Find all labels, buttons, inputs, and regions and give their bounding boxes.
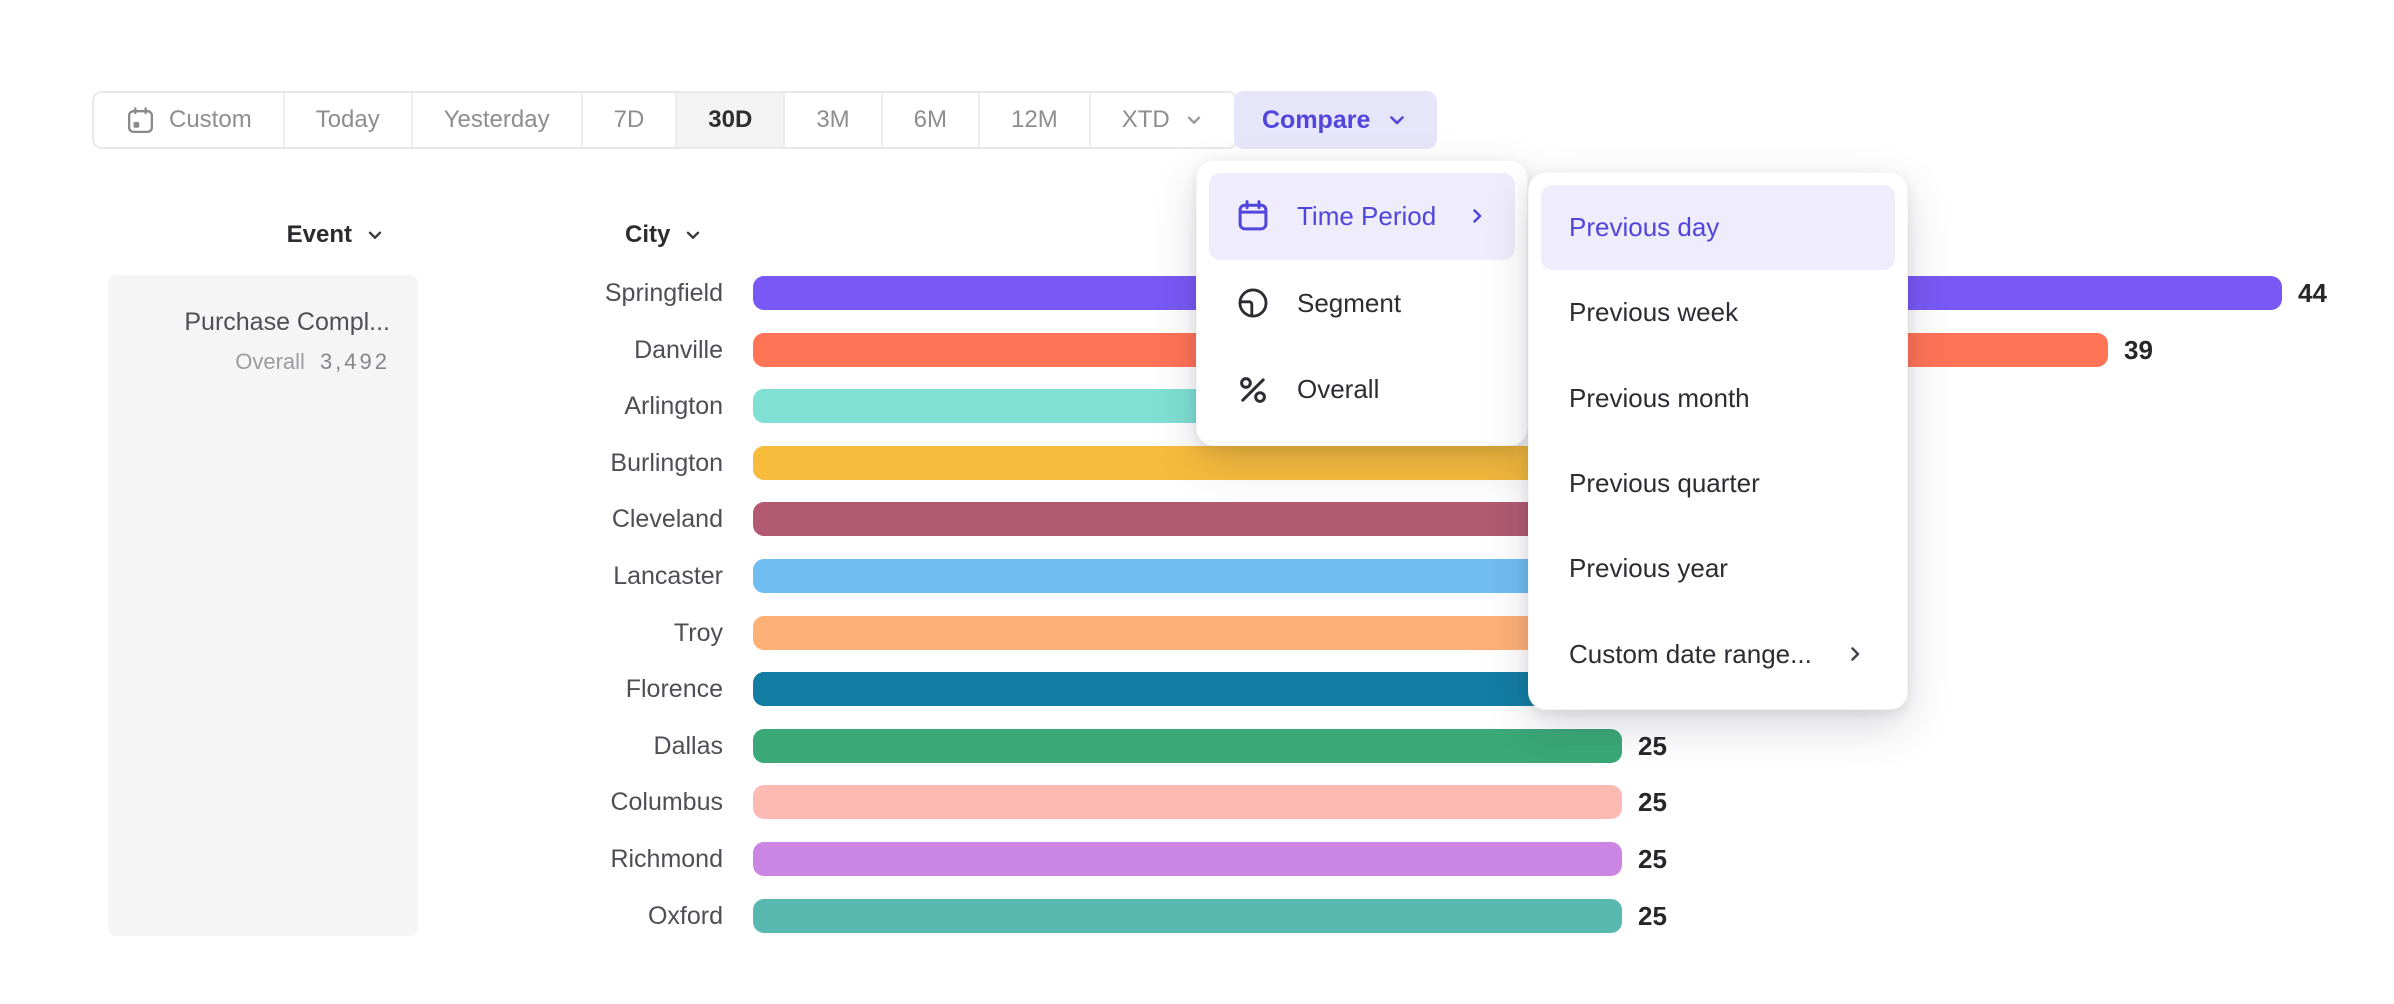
menu-item-label: Previous day [1569, 212, 1719, 243]
bar-label-springfield: Springfield [380, 276, 723, 310]
calendar-grid-icon [1235, 198, 1271, 234]
menu-item-label: Segment [1297, 288, 1401, 319]
menu-item-label: Previous week [1569, 297, 1738, 328]
bar-label-burlington: Burlington [380, 446, 723, 480]
menu-item-label: Time Period [1297, 201, 1436, 232]
segment-icon [1235, 285, 1271, 321]
percent-icon [1235, 372, 1271, 408]
menu-item-label: Previous year [1569, 553, 1728, 584]
event-name: Purchase Compl... [184, 308, 390, 337]
bar-label-dallas: Dallas [380, 729, 723, 763]
chevron-right-icon [1465, 204, 1489, 228]
event-overall-row: Overall 3,492 [235, 349, 390, 375]
overall-value: 3,492 [320, 349, 390, 375]
compare-dropdown-menu: Time Period Segment Overall [1196, 160, 1528, 446]
bar-label-lancaster: Lancaster [380, 559, 723, 593]
menu-item-label: Overall [1297, 374, 1379, 405]
bar-richmond[interactable] [753, 842, 1622, 876]
bar-value-danville: 39 [2124, 333, 2153, 367]
time-period-item-previous-month[interactable]: Previous month [1541, 356, 1895, 441]
bar-label-florence: Florence [380, 672, 723, 706]
bar-value-oxford: 25 [1638, 899, 1667, 933]
bar-oxford[interactable] [753, 899, 1622, 933]
bar-label-troy: Troy [380, 616, 723, 650]
bar-label-columbus: Columbus [380, 785, 723, 819]
time-period-item-previous-week[interactable]: Previous week [1541, 270, 1895, 355]
menu-item-label: Previous month [1569, 383, 1750, 414]
bar-label-cleveland: Cleveland [380, 502, 723, 536]
bar-value-springfield: 44 [2298, 276, 2327, 310]
event-card[interactable]: Purchase Compl... Overall 3,492 [108, 275, 418, 936]
menu-item-label: Custom date range... [1569, 639, 1812, 670]
bar-label-danville: Danville [380, 333, 723, 367]
insights-view: CustomTodayYesterday7D30D3M6M12MXTD Comp… [0, 0, 2394, 1004]
compare-menu-item-segment[interactable]: Segment [1209, 260, 1515, 347]
bar-columbus[interactable] [753, 785, 1622, 819]
time-period-item-previous-year[interactable]: Previous year [1541, 526, 1895, 611]
bar-label-oxford: Oxford [380, 899, 723, 933]
bar-value-dallas: 25 [1638, 729, 1667, 763]
time-period-item-previous-day[interactable]: Previous day [1541, 185, 1895, 270]
time-period-item-previous-quarter[interactable]: Previous quarter [1541, 441, 1895, 526]
bar-label-richmond: Richmond [380, 842, 723, 876]
compare-menu-item-overall[interactable]: Overall [1209, 346, 1515, 433]
bar-value-richmond: 25 [1638, 842, 1667, 876]
bar-value-columbus: 25 [1638, 785, 1667, 819]
time-period-submenu: Previous day Previous week Previous month P… [1528, 172, 1908, 710]
time-period-item-custom-date-range[interactable]: Custom date range... [1541, 612, 1895, 697]
compare-menu-item-time-period[interactable]: Time Period [1209, 173, 1515, 260]
menu-item-label: Previous quarter [1569, 468, 1760, 499]
overall-label: Overall [235, 349, 305, 375]
bar-dallas[interactable] [753, 729, 1622, 763]
bar-label-arlington: Arlington [380, 389, 723, 423]
chevron-right-icon [1843, 642, 1867, 666]
